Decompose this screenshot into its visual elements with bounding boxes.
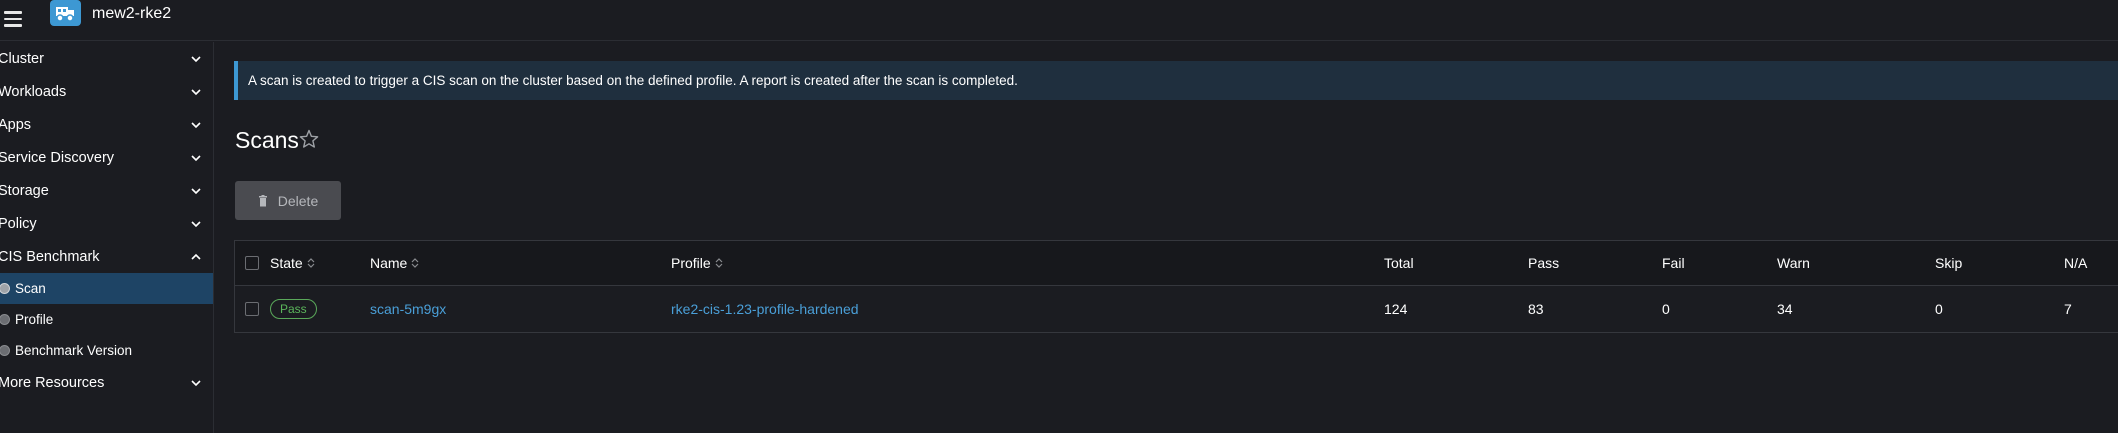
column-header-label: State: [270, 255, 303, 271]
column-header-state[interactable]: State: [270, 241, 315, 285]
trash-icon: [258, 194, 267, 206]
sidebar-item-label: Profile: [15, 312, 54, 327]
table-row[interactable]: Pass scan-5m9gx rke2-cis-1.23-profile-ha…: [235, 286, 2118, 332]
row-select-cell: [245, 286, 259, 332]
sidebar-item-label: Apps: [0, 116, 32, 133]
column-header-label: Fail: [1662, 255, 1685, 271]
chevron-down-icon: [191, 121, 201, 128]
scans-table: State Name Profile Total Pass Fail Warn …: [234, 240, 2118, 333]
table-header: State Name Profile Total Pass Fail Warn …: [235, 241, 2118, 286]
column-header-label: Total: [1384, 255, 1414, 271]
sort-icon: [715, 258, 723, 268]
sidebar-item-label: Scan: [15, 281, 46, 296]
sidebar-item-label: More Resources: [0, 374, 105, 391]
sidebar-item-label: CIS Benchmark: [0, 248, 100, 265]
star-icon[interactable]: [298, 128, 320, 150]
column-header-profile[interactable]: Profile: [671, 241, 723, 285]
sidebar-item-label: Workloads: [0, 83, 67, 100]
info-banner-text: A scan is created to trigger a CIS scan …: [248, 73, 1018, 88]
info-banner: A scan is created to trigger a CIS scan …: [234, 61, 2118, 100]
cluster-logo-icon: [50, 0, 81, 26]
page-title: Scans: [235, 127, 299, 153]
chevron-down-icon: [191, 55, 201, 62]
chevron-down-icon: [191, 187, 201, 194]
chevron-down-icon: [191, 154, 201, 161]
fail-cell: 0: [1662, 301, 1670, 317]
scan-name-link[interactable]: scan-5m9gx: [370, 301, 446, 317]
column-header-name[interactable]: Name: [370, 241, 419, 285]
menu-icon[interactable]: [0, 6, 26, 32]
sidebar-item-label: Benchmark Version: [15, 343, 133, 358]
select-all-cell: [245, 241, 259, 285]
column-header-skip: Skip: [1935, 241, 1962, 285]
nav-dot-icon: [0, 314, 10, 325]
sidebar-item-label: Storage: [0, 182, 49, 199]
column-header-label: Name: [370, 255, 408, 271]
sidebar-item-benchmark-version[interactable]: Benchmark Version: [0, 335, 213, 366]
column-header-fail: Fail: [1662, 241, 1685, 285]
sidebar-item-workloads[interactable]: Workloads: [0, 75, 213, 108]
pass-cell: 83: [1528, 301, 1544, 317]
column-header-na: N/A: [2064, 241, 2087, 285]
column-header-pass: Pass: [1528, 241, 1559, 285]
column-header-label: Warn: [1777, 255, 1810, 271]
sidebar-item-scan[interactable]: Scan: [0, 273, 213, 304]
sort-icon: [411, 258, 419, 268]
sidebar-item-label: Policy: [0, 215, 37, 232]
column-header-label: N/A: [2064, 255, 2088, 271]
sidebar: Cluster Workloads Apps Service Discovery…: [0, 42, 214, 433]
total-cell: 124: [1384, 301, 1408, 317]
select-all-checkbox[interactable]: [245, 256, 259, 270]
chevron-down-icon: [191, 220, 201, 227]
sidebar-item-storage[interactable]: Storage: [0, 174, 213, 207]
delete-button[interactable]: Delete: [235, 181, 341, 220]
sidebar-item-service-discovery[interactable]: Service Discovery: [0, 141, 213, 174]
sidebar-item-policy[interactable]: Policy: [0, 207, 213, 240]
sidebar-item-profile[interactable]: Profile: [0, 304, 213, 335]
column-header-label: Profile: [671, 255, 711, 271]
sidebar-item-label: Cluster: [0, 50, 44, 67]
nav-dot-icon: [0, 345, 10, 356]
chevron-down-icon: [191, 88, 201, 95]
sidebar-item-apps[interactable]: Apps: [0, 108, 213, 141]
chevron-up-icon: [191, 253, 201, 260]
skip-cell: 0: [1935, 301, 1943, 317]
sidebar-item-label: Service Discovery: [0, 149, 115, 166]
status-badge: Pass: [270, 299, 317, 319]
delete-button-label: Delete: [277, 192, 319, 209]
column-header-warn: Warn: [1777, 241, 1810, 285]
column-header-total: Total: [1384, 241, 1414, 285]
column-header-label: Pass: [1528, 255, 1560, 271]
warn-cell: 34: [1777, 301, 1793, 317]
sidebar-item-cis-benchmark[interactable]: CIS Benchmark: [0, 240, 213, 273]
sort-icon: [307, 258, 315, 268]
nav-dot-icon: [0, 283, 10, 294]
state-cell: Pass: [270, 286, 317, 332]
top-header: mew2-rke2: [0, 0, 2118, 41]
na-cell: 7: [2064, 301, 2072, 317]
sidebar-item-more-resources[interactable]: More Resources: [0, 366, 213, 399]
chevron-down-icon: [191, 379, 201, 386]
profile-cell: rke2-cis-1.23-profile-hardened: [671, 286, 859, 332]
name-cell: scan-5m9gx: [370, 286, 446, 332]
row-checkbox[interactable]: [245, 302, 259, 316]
column-header-label: Skip: [1935, 255, 1963, 271]
profile-link[interactable]: rke2-cis-1.23-profile-hardened: [671, 301, 859, 317]
cluster-name: mew2-rke2: [92, 5, 172, 22]
sidebar-item-cluster[interactable]: Cluster: [0, 42, 213, 75]
